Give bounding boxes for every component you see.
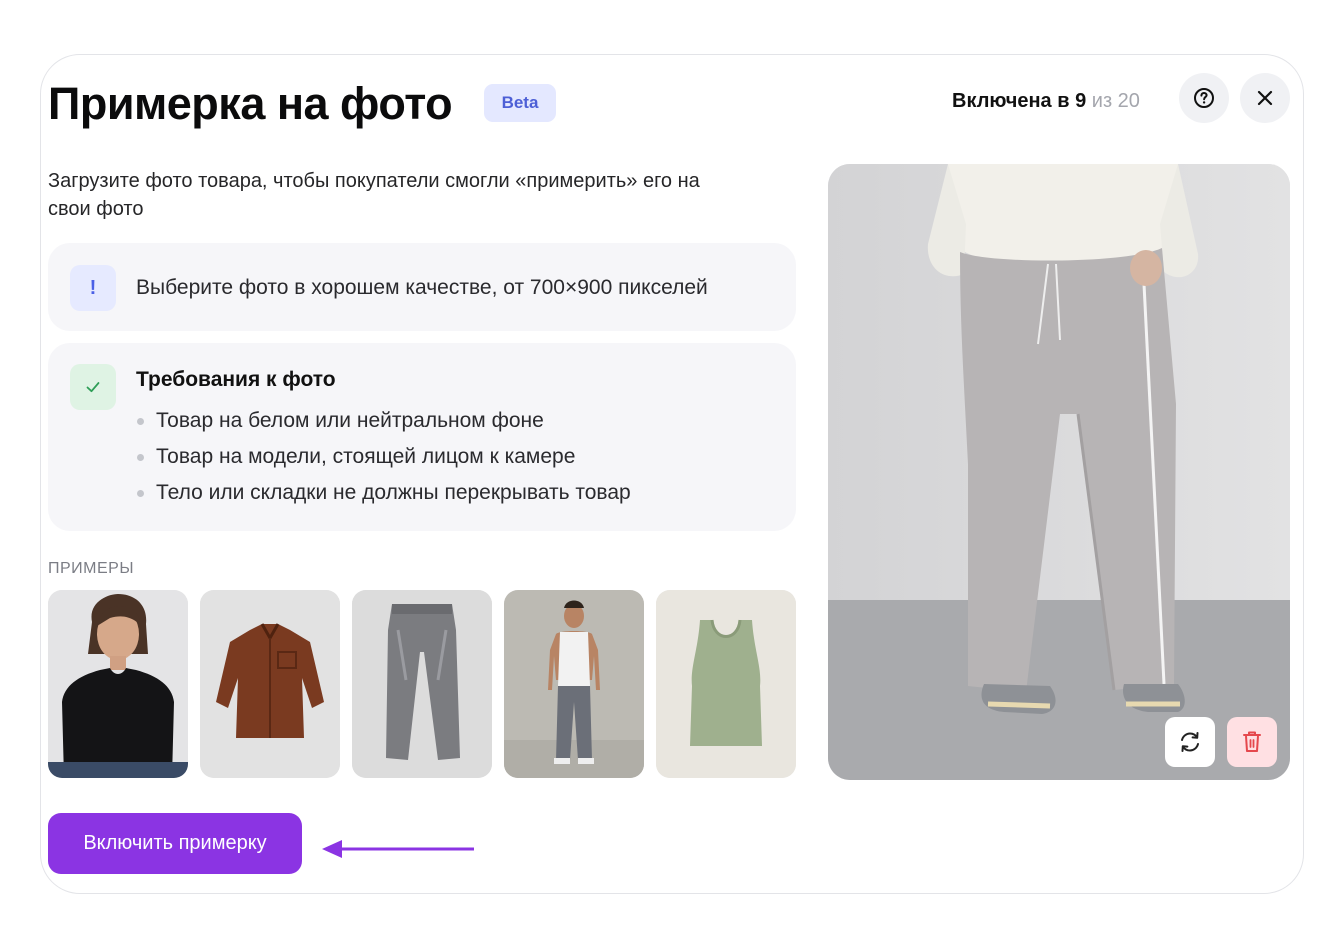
- requirements-title: Требования к фото: [136, 368, 336, 391]
- examples-gallery: [48, 590, 796, 778]
- example-green-tank-top[interactable]: [656, 590, 796, 778]
- beta-badge: Beta: [484, 84, 556, 122]
- exclamation-icon: !: [70, 265, 116, 311]
- close-icon: [1257, 90, 1273, 106]
- example-woman-black-tshirt[interactable]: [48, 590, 188, 778]
- example-grey-jeans[interactable]: [352, 590, 492, 778]
- checkmark-icon: [70, 364, 116, 410]
- enable-try-on-button[interactable]: Включить примерку: [48, 813, 302, 874]
- quality-tip-card: ! Выберите фото в хорошем качестве, от 7…: [48, 243, 796, 331]
- requirements-card: Требования к фото Товар на белом или ней…: [48, 343, 796, 531]
- requirement-item: Товар на белом или нейтральном фоне: [136, 403, 631, 439]
- example-brown-shirt[interactable]: [200, 590, 340, 778]
- requirements-list: Товар на белом или нейтральном фоне Това…: [136, 403, 631, 511]
- requirement-item: Товар на модели, стоящей лицом к камере: [136, 439, 631, 475]
- counter-enabled: Включена в 9: [952, 90, 1087, 112]
- uploaded-product-photo: [828, 164, 1290, 780]
- enabled-counter: Включена в 9 из 20: [952, 88, 1140, 114]
- description-text: Загрузите фото товара, чтобы покупатели …: [48, 170, 700, 220]
- examples-label: ПРИМЕРЫ: [48, 560, 135, 577]
- quality-tip-text: Выберите фото в хорошем качестве, от 700…: [136, 276, 708, 299]
- help-button[interactable]: [1179, 73, 1229, 123]
- example-man-tank-top[interactable]: [504, 590, 644, 778]
- arrow-left-icon: [322, 840, 474, 858]
- question-circle-icon: [1194, 88, 1214, 108]
- requirement-item: Тело или складки не должны перекрывать т…: [136, 475, 631, 511]
- delete-photo-button[interactable]: [1227, 717, 1277, 767]
- replace-photo-button[interactable]: [1165, 717, 1215, 767]
- page-title: Примерка на фото: [48, 78, 453, 129]
- trash-icon: [1243, 731, 1261, 752]
- close-button[interactable]: [1240, 73, 1290, 123]
- refresh-icon: [1181, 732, 1199, 752]
- counter-total: из 20: [1091, 90, 1140, 112]
